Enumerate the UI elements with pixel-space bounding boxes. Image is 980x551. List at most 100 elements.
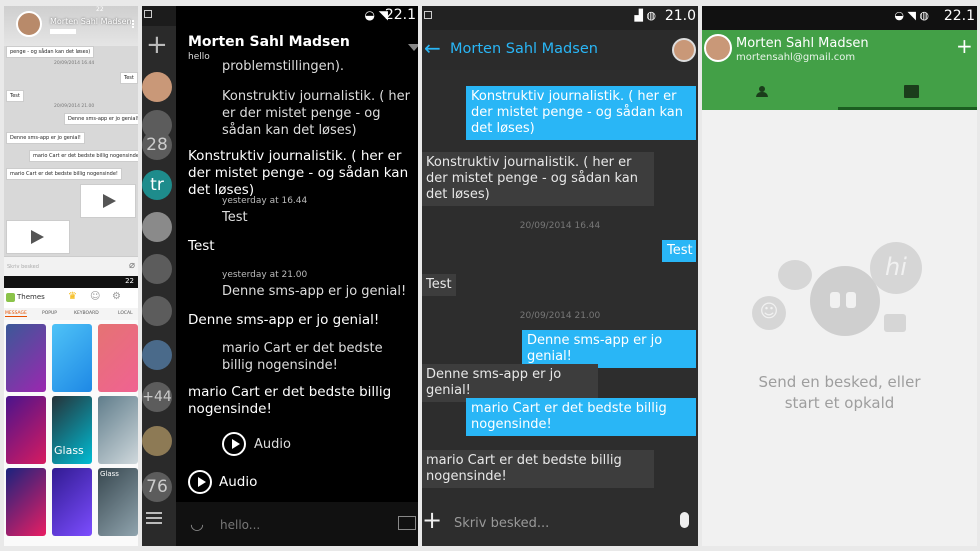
timestamp: 20/09/2014 16.44 <box>519 221 601 231</box>
empty-state-line: Send en besked, eller <box>758 373 921 391</box>
timestamp: 20/09/2014 16.44 <box>54 61 95 66</box>
audio-label: Audio <box>254 437 291 452</box>
app-bar: ← Morten Sahl Madsen <box>422 30 698 70</box>
theme-tile[interactable] <box>6 468 46 536</box>
play-icon <box>31 230 44 244</box>
mic-icon[interactable] <box>680 512 689 528</box>
add-icon[interactable]: + <box>422 508 442 532</box>
bubble-conversation-panel: ▟ ◍ 21.0 ← Morten Sahl Madsen Konstrukti… <box>422 6 698 546</box>
timestamp: 20/09/2014 21.00 <box>519 311 601 321</box>
tab-popup[interactable]: POPUP <box>42 311 57 316</box>
list-item: penge - og sådan kan det løses) <box>6 46 95 58</box>
themes-tabs: MESSAGE POPUP KEYBOARD LOCAL <box>4 308 138 320</box>
theme-tile[interactable]: Glass <box>98 468 138 536</box>
tile-label: Glass <box>100 470 119 478</box>
mini-conversation: Morten Sahl Madsen penge - og sådan kan … <box>4 6 138 276</box>
avatar[interactable] <box>16 11 42 37</box>
attach-icon[interactable]: ⌀ <box>129 260 135 271</box>
mini-header: Morten Sahl Madsen <box>4 6 138 46</box>
hi-bubble-icon: hi <box>870 242 922 294</box>
hangouts-illustration: hi ☺ <box>752 242 922 372</box>
message-input[interactable]: + Skriv besked... <box>422 502 698 546</box>
timestamp: 20/09/2014 21.00 <box>54 104 95 109</box>
hangouts-logo-icon <box>810 266 880 336</box>
avatar[interactable] <box>142 296 172 326</box>
message-input-placeholder: Skriv besked <box>7 264 39 270</box>
smiley-icon: ☺ <box>752 296 786 330</box>
status-bar: ◒ ◥ ◍ 22.1 <box>702 6 977 30</box>
back-arrow-icon[interactable]: ← <box>424 36 441 60</box>
status-bar: ◒ ◥ 22.1 <box>176 6 418 26</box>
tab-contact[interactable] <box>702 78 838 110</box>
avatar[interactable] <box>142 340 172 370</box>
message-icon <box>904 85 919 98</box>
smiley-icon[interactable]: ☺ <box>90 291 100 302</box>
empty-state-line: start et opkald <box>784 394 895 412</box>
video-bubble-icon <box>778 260 812 290</box>
camera-icon <box>884 314 906 332</box>
tile-label: Glass <box>54 444 84 457</box>
contacts-rail: + 28 tr +44 76 <box>142 6 176 546</box>
avatar[interactable] <box>142 212 172 242</box>
audio-play-button[interactable] <box>188 470 212 494</box>
list-item: Konstruktiv journalistik. ( her er der m… <box>188 148 409 198</box>
message-fragment: problemstillingen). <box>222 59 345 74</box>
status-time: 22.1 <box>384 7 416 23</box>
avatar[interactable] <box>704 34 732 62</box>
theme-tile[interactable] <box>98 396 138 464</box>
contact-name: Morten Sahl Madsen <box>188 34 350 50</box>
list-item: Konstruktiv journalistik. ( her er der m… <box>466 86 696 140</box>
avatar[interactable] <box>142 426 172 456</box>
timestamp: yesterday at 21.00 <box>222 270 308 280</box>
status-time: 22 <box>125 277 134 285</box>
audio-attachment[interactable] <box>6 220 70 254</box>
contact-subtitle: hello <box>188 52 210 62</box>
crown-icon[interactable]: ♛ <box>68 291 77 302</box>
tab-keyboard[interactable]: KEYBOARD <box>74 311 99 316</box>
theme-tile[interactable] <box>6 396 46 464</box>
menu-icon[interactable] <box>146 512 162 524</box>
tab-messages[interactable] <box>838 78 977 110</box>
status-bar-left <box>142 6 176 26</box>
list-item: Test <box>422 274 456 296</box>
avatar[interactable]: tr <box>142 170 172 200</box>
chevron-down-icon[interactable] <box>408 44 418 51</box>
list-item: Denne sms-app er jo genial! <box>64 113 138 125</box>
audio-attachment[interactable] <box>80 184 136 218</box>
empty-state-text: Send en besked, eller start et opkald <box>702 372 977 414</box>
list-item: Denne sms-app er jo genial! <box>6 132 85 144</box>
avatar[interactable]: 28 <box>142 130 172 160</box>
audio-play-button[interactable] <box>222 432 246 456</box>
overflow-menu-icon[interactable] <box>132 20 134 28</box>
list-item: Denne sms-app er jo genial! <box>422 364 598 402</box>
signal-icon: ◒ ◥ ◍ <box>894 9 929 22</box>
avatar[interactable]: +44 <box>142 382 172 412</box>
theme-tile[interactable]: Glass <box>52 396 92 464</box>
list-item: Denne sms-app er jo genial! <box>188 312 380 328</box>
theme-tile[interactable] <box>52 468 92 536</box>
tab-local[interactable]: LOCAL <box>118 311 133 316</box>
notification-icon <box>144 10 152 18</box>
avatar[interactable]: 76 <box>142 472 172 502</box>
avatar[interactable] <box>672 38 696 62</box>
avatar[interactable] <box>142 72 172 102</box>
theme-tile[interactable] <box>52 324 92 392</box>
image-icon[interactable] <box>398 516 416 530</box>
list-item: mario Cart er det bedste billig nogensin… <box>422 450 654 488</box>
contact-name: Morten Sahl Madsen <box>450 41 598 57</box>
theme-tile[interactable] <box>98 324 138 392</box>
list-item: mario Cart er det bedste billig nogensin… <box>222 341 383 373</box>
status-time: 22.1 <box>943 8 975 24</box>
settings-icon[interactable]: ⚙ <box>112 291 121 302</box>
emoji-icon[interactable]: ◡ <box>190 514 204 533</box>
timestamp: yesterday at 16.44 <box>222 196 308 206</box>
list-item: Test <box>188 238 215 254</box>
avatar[interactable] <box>142 254 172 284</box>
tab-message[interactable]: MESSAGE <box>5 311 27 317</box>
app-bar: Morten Sahl Madsen mortensahl@gmail.com … <box>702 30 977 110</box>
theme-tile[interactable] <box>6 324 46 392</box>
add-icon[interactable]: + <box>956 36 973 56</box>
message-input[interactable]: ◡ hello... <box>176 502 418 546</box>
add-contact-icon[interactable]: + <box>146 32 168 58</box>
message-input[interactable]: Skriv besked ⌀ <box>4 256 138 276</box>
